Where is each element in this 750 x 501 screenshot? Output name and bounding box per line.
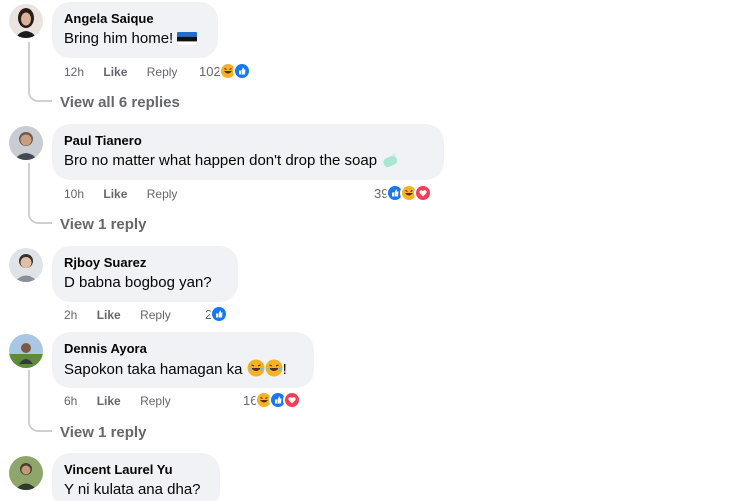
- comment-body: Bro no matter what happen don't drop the…: [64, 152, 378, 169]
- avatar[interactable]: [9, 126, 43, 160]
- like-icon: [232, 62, 251, 80]
- soap-icon: [381, 152, 399, 174]
- avatar[interactable]: [9, 334, 43, 368]
- comment-text: Sapokon taka hamagan ka !: [64, 359, 302, 383]
- comment-text: Bring him home!: [64, 29, 206, 52]
- estonia-flag-icon: [177, 31, 198, 52]
- reaction-count: 102: [199, 63, 221, 79]
- laughing-emoji-icon: [247, 359, 265, 383]
- reaction-summary[interactable]: 16: [243, 391, 302, 409]
- like-button[interactable]: Like: [103, 65, 127, 79]
- love-icon: [414, 184, 433, 202]
- comment-bubble: Dennis Ayora Sapokon taka hamagan ka !: [52, 332, 314, 388]
- like-button[interactable]: Like: [103, 187, 127, 201]
- view-replies-link[interactable]: View 1 reply: [60, 216, 146, 233]
- thread-line: [28, 42, 30, 88]
- like-icon: [210, 305, 229, 323]
- like-button[interactable]: Like: [97, 308, 121, 322]
- comment-time[interactable]: 2h: [64, 308, 77, 322]
- comment-body-suffix: !: [282, 361, 287, 378]
- comment-body: Sapokon taka hamagan ka: [64, 361, 243, 378]
- thread-elbow: [28, 206, 52, 224]
- avatar[interactable]: [9, 4, 43, 38]
- reply-button[interactable]: Reply: [140, 308, 171, 322]
- comment-actions: 6h Like Reply: [64, 393, 187, 409]
- comment-actions: 10h Like Reply: [64, 186, 193, 202]
- comment-bubble: Paul Tianero Bro no matter what happen d…: [52, 124, 444, 180]
- comment-author[interactable]: Angela Saique: [64, 10, 206, 27]
- comment-body: D babna bogbog yan?: [64, 274, 212, 291]
- reply-button[interactable]: Reply: [147, 187, 178, 201]
- comment-time[interactable]: 10h: [64, 187, 84, 201]
- comment-body: Y ni kulata ana dha?: [64, 481, 201, 498]
- reaction-summary[interactable]: 102: [199, 62, 251, 80]
- view-replies-link[interactable]: View all 6 replies: [60, 94, 180, 111]
- comment-author[interactable]: Rjboy Suarez: [64, 254, 226, 271]
- comment-author[interactable]: Paul Tianero: [64, 132, 432, 149]
- avatar[interactable]: [9, 456, 43, 490]
- comment-actions: 2h Like Reply: [64, 307, 187, 323]
- reply-button[interactable]: Reply: [147, 65, 178, 79]
- avatar[interactable]: [9, 248, 43, 282]
- thread-elbow: [28, 86, 52, 102]
- comment-author[interactable]: Vincent Laurel Yu: [64, 461, 208, 478]
- comment-bubble: Angela Saique Bring him home!: [52, 2, 218, 58]
- love-icon: [283, 391, 302, 409]
- comment-bubble: Rjboy Suarez D babna bogbog yan?: [52, 246, 238, 302]
- comment-time[interactable]: 6h: [64, 394, 77, 408]
- comment-author[interactable]: Dennis Ayora: [64, 340, 302, 357]
- comment-body: Bring him home!: [64, 30, 174, 47]
- reaction-summary[interactable]: 39: [374, 184, 433, 202]
- view-replies-link[interactable]: View 1 reply: [60, 424, 146, 441]
- reply-button[interactable]: Reply: [140, 394, 171, 408]
- thread-line: [28, 163, 30, 208]
- thread-elbow: [28, 416, 52, 432]
- comment-text: Bro no matter what happen don't drop the…: [64, 151, 432, 174]
- comment-bubble: Vincent Laurel Yu Y ni kulata ana dha?: [52, 453, 220, 501]
- laughing-emoji-icon: [265, 359, 283, 383]
- thread-line: [28, 370, 30, 418]
- like-button[interactable]: Like: [97, 394, 121, 408]
- comment-actions: 12h Like Reply: [64, 64, 193, 80]
- comment-time[interactable]: 12h: [64, 65, 84, 79]
- reaction-summary[interactable]: 2: [205, 305, 229, 323]
